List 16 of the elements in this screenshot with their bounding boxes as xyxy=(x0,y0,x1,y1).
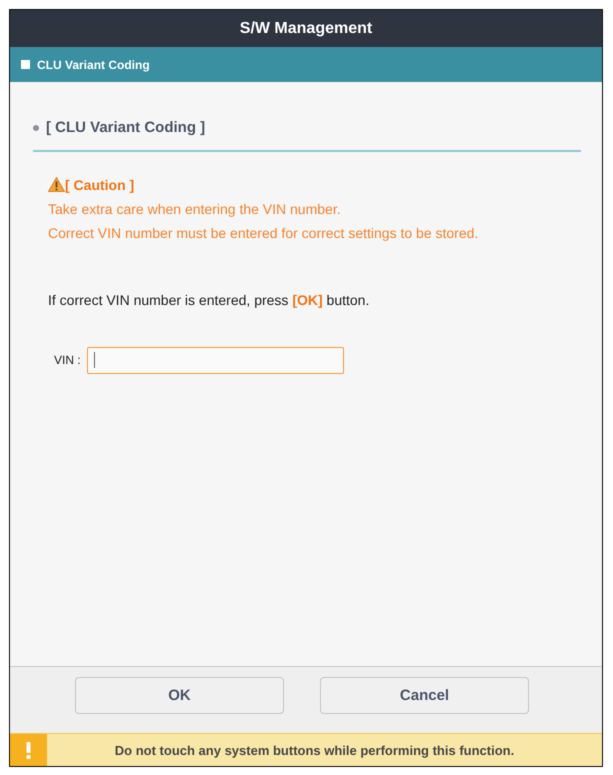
caution-text: Take extra care when entering the VIN number. xyxy=(48,200,342,219)
section-heading: [ CLU Variant Coding ] xyxy=(46,118,206,138)
vin-input-field[interactable] xyxy=(86,346,344,374)
warning-icon xyxy=(48,177,65,192)
square-icon xyxy=(21,60,30,69)
instruction-text: If correct VIN number is entered, press [OK] button. xyxy=(48,290,370,310)
caution-text: Correct VIN number must be entered for correct settings to be stored. xyxy=(48,224,480,243)
window-title: S/W Management xyxy=(10,10,602,47)
section-title: CLU Variant Coding xyxy=(37,58,150,72)
cancel-button[interactable]: Cancel xyxy=(320,677,529,714)
vin-label: VIN : xyxy=(54,353,81,367)
bullet-icon xyxy=(33,125,39,131)
caution-title: [ Caution ] xyxy=(65,176,134,192)
warning-text: Do not touch any system buttons while performing this function. xyxy=(114,742,516,758)
ok-button[interactable]: OK xyxy=(75,677,284,714)
text-cursor-icon xyxy=(94,352,96,368)
